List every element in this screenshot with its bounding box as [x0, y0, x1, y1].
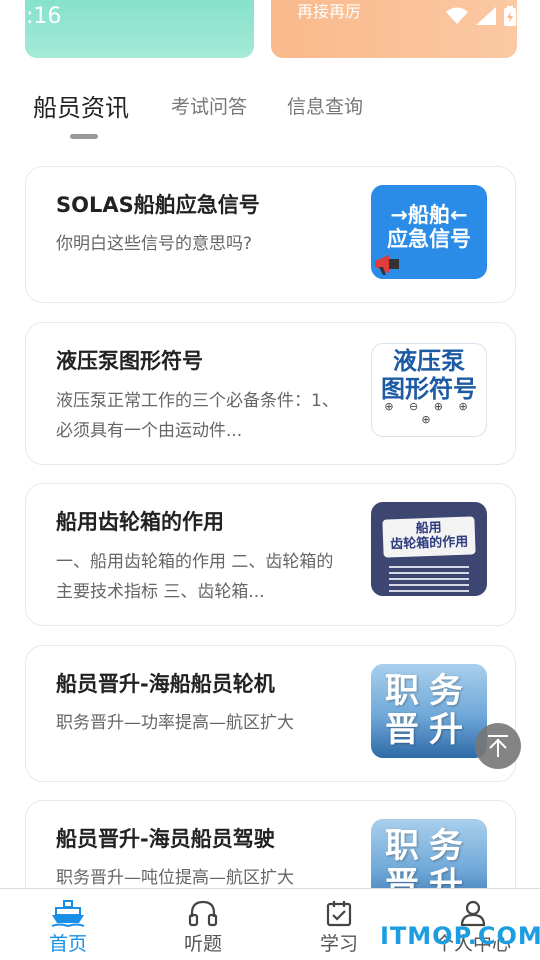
article-title: 船员晋升-海员船员驾驶 — [56, 827, 275, 851]
tab-exam-qa[interactable]: 考试问答 — [171, 92, 247, 119]
status-time: 4:16 — [12, 4, 62, 29]
pump-symbols: ⊕ ⊖ ⊕ ⊕ ⊕ — [384, 400, 474, 426]
banner-right-text: 再接再厉 — [297, 2, 362, 21]
article-desc: 液压泵正常工作的三个必备条件：1、必须具有一个由运动件... — [56, 391, 339, 441]
article-thumbnail: 职务 晋升 — [371, 664, 487, 758]
article-thumbnail: 液压泵 图形符号 ⊕ ⊖ ⊕ ⊕ ⊕ — [371, 343, 487, 437]
thumbnail-text: 船用 齿轮箱的作用 — [382, 516, 476, 558]
headphones-icon — [188, 900, 218, 927]
scroll-to-top-button[interactable] — [475, 723, 521, 769]
wifi-icon — [446, 7, 468, 24]
article-card[interactable]: 船用齿轮箱的作用 一、船用齿轮箱的作用 二、齿轮箱的主要技术指标 三、齿轮箱..… — [25, 483, 516, 626]
tab-crew-news[interactable]: 船员资讯 — [33, 88, 129, 123]
article-title: 船用齿轮箱的作用 — [56, 510, 224, 534]
nav-label: 学习 — [319, 933, 358, 955]
tab-info-query[interactable]: 信息查询 — [287, 92, 363, 119]
signal-icon — [476, 7, 496, 25]
article-desc: 职务晋升—功率提高—航区扩大 — [56, 713, 294, 733]
thumbnail-text: 液压泵 图形符号 — [381, 347, 477, 403]
status-icons — [446, 6, 516, 26]
article-card[interactable]: 船员晋升-海船船员轮机 职务晋升—功率提高—航区扩大 职务 晋升 — [25, 645, 516, 782]
article-card[interactable]: SOLAS船舶应急信号 你明白这些信号的意思吗? →船舶← 应急信号 — [25, 166, 516, 303]
article-desc: 一、船用齿轮箱的作用 二、齿轮箱的主要技术指标 三、齿轮箱... — [56, 552, 334, 602]
tab-active-indicator — [70, 134, 98, 139]
megaphone-icon — [375, 255, 399, 275]
calendar-check-icon — [326, 901, 352, 927]
article-thumbnail: →船舶← 应急信号 — [371, 185, 487, 279]
thumbnail-lines — [389, 566, 469, 596]
thumbnail-text: 职务 晋升 — [385, 671, 473, 751]
article-card[interactable]: 液压泵图形符号 液压泵正常工作的三个必备条件：1、必须具有一个由运动件... 液… — [25, 322, 516, 465]
battery-icon — [504, 6, 516, 26]
nav-label: 听题 — [183, 933, 222, 955]
nav-study[interactable]: 学习 — [294, 899, 384, 956]
article-thumbnail: 船用 齿轮箱的作用 — [371, 502, 487, 596]
article-desc: 你明白这些信号的意思吗? — [56, 234, 253, 254]
arrow-up-icon — [488, 735, 508, 757]
article-title: SOLAS船舶应急信号 — [56, 193, 260, 217]
thumbnail-text: →船舶← 应急信号 — [387, 203, 471, 252]
ship-icon — [51, 900, 85, 927]
nav-listen[interactable]: 听题 — [158, 899, 248, 956]
banner-pagination-dots: ••• — [181, 0, 211, 5]
nav-label: 首页 — [48, 933, 87, 955]
nav-home[interactable]: 首页 — [23, 899, 113, 956]
watermark: ITMOP.COM — [380, 922, 540, 950]
article-title: 液压泵图形符号 — [56, 349, 203, 373]
article-title: 船员晋升-海船船员轮机 — [56, 672, 275, 696]
